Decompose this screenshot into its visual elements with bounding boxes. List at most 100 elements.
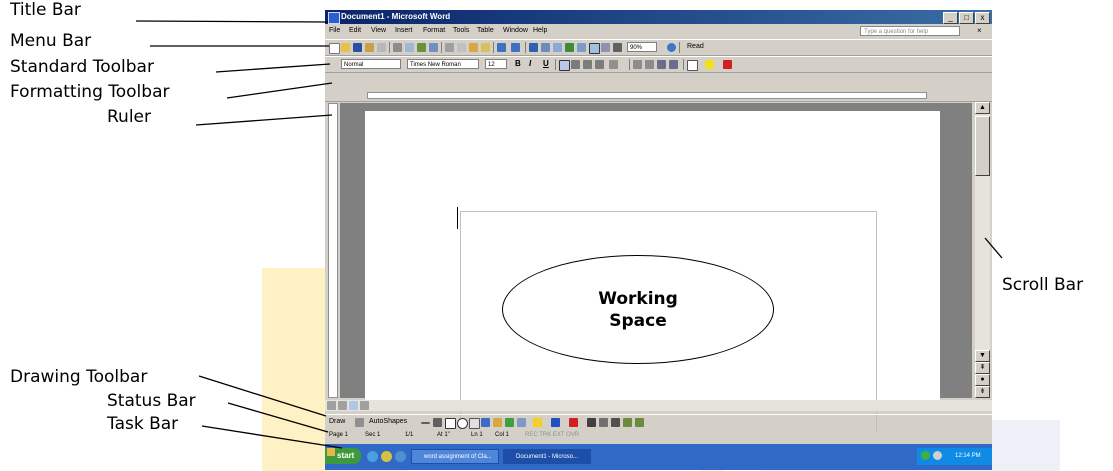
clip-art-icon[interactable] <box>505 418 514 427</box>
horizontal-scrollbar[interactable] <box>325 400 992 411</box>
insert-table-icon[interactable] <box>553 43 562 52</box>
taskbar-item-word-assignment[interactable]: word assignment of Cla... <box>411 449 499 464</box>
taskbar-item-document1[interactable]: Document1 - Microso... <box>503 449 591 464</box>
previous-page-icon[interactable]: ⇞ <box>975 362 990 374</box>
columns-icon[interactable] <box>577 43 586 52</box>
help-icon[interactable] <box>667 43 676 52</box>
next-page-icon[interactable]: ⇟ <box>975 386 990 398</box>
oval-icon[interactable] <box>457 418 468 429</box>
justify-icon[interactable] <box>595 60 604 69</box>
document-close-button[interactable]: × <box>977 26 982 35</box>
wordart-icon[interactable] <box>481 418 490 427</box>
drawing-icon[interactable] <box>589 43 600 54</box>
arrow-style-icon[interactable] <box>611 418 620 427</box>
ie-icon[interactable] <box>367 451 378 462</box>
underline-button[interactable]: U <box>543 59 549 68</box>
picture-icon[interactable] <box>517 418 526 427</box>
word-app-icon[interactable] <box>328 12 340 24</box>
tables-borders-icon[interactable] <box>541 43 550 52</box>
highlight-icon[interactable] <box>705 60 714 69</box>
read-button[interactable]: Read <box>687 43 704 50</box>
autoshapes-button[interactable]: AutoShapes <box>369 418 407 425</box>
menu-edit[interactable]: Edit <box>349 27 361 34</box>
arrow-icon[interactable] <box>433 418 442 427</box>
align-right-icon[interactable] <box>583 60 592 69</box>
show-hide-icon[interactable] <box>613 43 622 52</box>
line-style-icon[interactable] <box>587 418 596 427</box>
save-icon[interactable] <box>353 43 362 52</box>
print-layout-icon[interactable] <box>349 401 358 410</box>
line-icon[interactable] <box>421 422 430 424</box>
show-desktop-icon[interactable] <box>381 451 392 462</box>
email-icon[interactable] <box>377 43 386 52</box>
italic-button[interactable]: I <box>529 59 531 68</box>
document-map-icon[interactable] <box>601 43 610 52</box>
numbering-icon[interactable] <box>633 60 642 69</box>
menu-tools[interactable]: Tools <box>453 27 469 34</box>
open-folder-icon[interactable] <box>341 43 350 52</box>
menu-window[interactable]: Window <box>503 27 528 34</box>
font-size-select[interactable]: 12 <box>485 59 507 69</box>
insert-excel-icon[interactable] <box>565 43 574 52</box>
dash-style-icon[interactable] <box>599 418 608 427</box>
copy-icon[interactable] <box>457 43 466 52</box>
new-document-icon[interactable] <box>329 43 340 54</box>
line-color-icon[interactable] <box>551 418 560 427</box>
rectangle-icon[interactable] <box>445 418 456 429</box>
menu-file[interactable]: File <box>329 27 340 34</box>
align-left-icon[interactable] <box>559 60 570 71</box>
close-button[interactable]: x <box>975 12 990 24</box>
research-icon[interactable] <box>429 43 438 52</box>
outline-view-icon[interactable] <box>360 401 369 410</box>
menu-table[interactable]: Table <box>477 27 494 34</box>
select-browse-object-icon[interactable]: ● <box>975 374 990 386</box>
text-box-icon[interactable] <box>469 418 480 429</box>
menu-insert[interactable]: Insert <box>395 27 413 34</box>
scroll-thumb[interactable] <box>975 116 990 176</box>
cut-icon[interactable] <box>445 43 454 52</box>
maximize-button[interactable]: □ <box>959 12 974 24</box>
normal-view-icon[interactable] <box>327 401 336 410</box>
select-objects-icon[interactable] <box>355 418 364 427</box>
menu-view[interactable]: View <box>371 27 386 34</box>
increase-indent-icon[interactable] <box>669 60 678 69</box>
minimize-button[interactable]: _ <box>943 12 958 24</box>
font-color-icon[interactable] <box>569 418 578 427</box>
bold-button[interactable]: B <box>515 59 521 68</box>
title-bar[interactable]: Document1 - Microsoft Word _ □ x <box>325 10 992 24</box>
3d-icon[interactable] <box>635 418 644 427</box>
network-icon[interactable] <box>921 451 930 460</box>
redo-icon[interactable] <box>511 43 520 52</box>
align-center-icon[interactable] <box>571 60 580 69</box>
help-question-box[interactable]: Type a question for help <box>860 26 960 36</box>
font-color-icon[interactable] <box>723 60 732 69</box>
volume-icon[interactable] <box>933 451 942 460</box>
vertical-ruler[interactable] <box>328 103 338 398</box>
menu-format[interactable]: Format <box>423 27 445 34</box>
web-layout-icon[interactable] <box>338 401 347 410</box>
vertical-scrollbar[interactable]: ▲ ▼ ⇞ ● ⇟ <box>975 102 990 398</box>
border-icon[interactable] <box>687 60 698 71</box>
horizontal-ruler[interactable] <box>325 90 992 102</box>
undo-icon[interactable] <box>497 43 506 52</box>
bullets-icon[interactable] <box>645 60 654 69</box>
menu-help[interactable]: Help <box>533 27 547 34</box>
print-icon[interactable] <box>393 43 402 52</box>
decrease-indent-icon[interactable] <box>657 60 666 69</box>
scroll-up-arrow-icon[interactable]: ▲ <box>975 102 990 114</box>
permission-icon[interactable] <box>365 43 374 52</box>
scroll-down-arrow-icon[interactable]: ▼ <box>975 350 990 362</box>
draw-menu-button[interactable]: Draw <box>329 418 345 425</box>
zoom-select[interactable]: 90% <box>627 42 657 52</box>
shadow-icon[interactable] <box>623 418 632 427</box>
line-spacing-icon[interactable] <box>609 60 618 69</box>
fill-color-icon[interactable] <box>533 418 542 427</box>
hyperlink-icon[interactable] <box>529 43 538 52</box>
format-painter-icon[interactable] <box>481 43 490 52</box>
style-select[interactable]: Normal <box>341 59 401 69</box>
diagram-icon[interactable] <box>493 418 502 427</box>
font-select[interactable]: Times New Roman <box>407 59 479 69</box>
print-preview-icon[interactable] <box>405 43 414 52</box>
paste-icon[interactable] <box>469 43 478 52</box>
spelling-icon[interactable] <box>417 43 426 52</box>
